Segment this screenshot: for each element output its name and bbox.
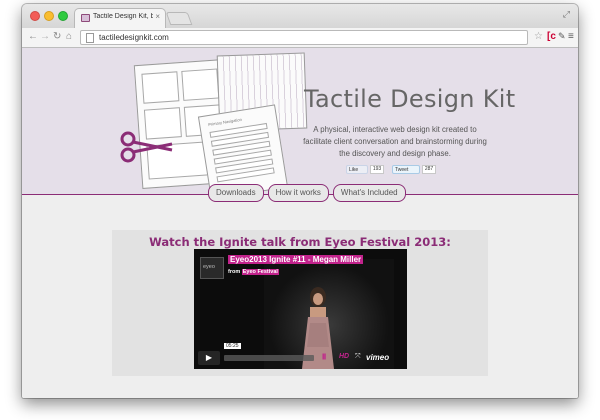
tab-title: Tactile Design Kit, by Meg — [93, 13, 153, 20]
forward-icon[interactable]: → — [40, 31, 50, 42]
video-source: from Eyeo Festival — [228, 269, 279, 275]
hd-toggle[interactable]: HD — [339, 353, 349, 360]
wrench-icon[interactable]: ✎ — [558, 31, 566, 42]
bookmark-star-icon[interactable]: ☆ — [534, 31, 543, 42]
extension-icon[interactable]: [c — [547, 31, 556, 42]
tab-strip: Tactile Design Kit, by Meg × ⤢ — [22, 4, 578, 28]
address-bar[interactable]: tactiledesignkit.com — [80, 30, 528, 45]
fullscreen-toggle-icon[interactable]: ⤢ — [563, 9, 570, 20]
tweet-count: 287 — [422, 165, 436, 174]
tweet-label: Tweet — [395, 167, 409, 173]
volume-icon[interactable]: |||||| — [322, 354, 326, 360]
channel-logo[interactable]: eyeo — [200, 257, 224, 279]
back-icon[interactable]: ← — [28, 31, 38, 42]
video-section: Watch the Ignite talk from Eyeo Festival… — [112, 230, 488, 376]
browser-tab[interactable]: Tactile Design Kit, by Meg × — [74, 8, 166, 28]
scissors-icon — [120, 131, 173, 163]
browser-window: Tactile Design Kit, by Meg × ⤢ ← → ↻ ⌂ t… — [22, 4, 578, 398]
timecode: 05:25 — [224, 343, 241, 349]
page-content: Primary Navigation Tactile Design Kit A … — [22, 48, 578, 398]
main-nav: Downloads How it works What's Included — [208, 184, 406, 204]
vimeo-logo[interactable]: vimeo — [366, 353, 389, 362]
video-heading: Watch the Ignite talk from Eyeo Festival… — [149, 235, 451, 249]
video-player[interactable]: eyeo Eyeo2013 Ignite #11 - Megan Miller … — [194, 249, 407, 369]
facebook-like-button[interactable]: Like — [346, 165, 368, 174]
tweet-button[interactable]: Tweet — [392, 165, 420, 174]
source-prefix: from — [228, 269, 241, 275]
like-count: 193 — [370, 165, 384, 174]
channel-logo-text: eyeo — [203, 264, 215, 270]
tagline: A physical, interactive web design kit c… — [303, 125, 487, 158]
site-title: Tactile Design Kit — [304, 85, 516, 113]
close-window-button[interactable] — [30, 11, 40, 21]
tab-close-icon[interactable]: × — [155, 12, 160, 21]
new-tab-button[interactable] — [165, 12, 193, 25]
sheet-heading: Primary Navigation — [207, 116, 243, 128]
reload-icon[interactable]: ↻ — [53, 31, 61, 42]
nav-downloads[interactable]: Downloads — [208, 184, 264, 202]
menu-icon[interactable]: ≡ — [568, 31, 574, 42]
page-icon — [86, 33, 94, 43]
maximize-window-button[interactable] — [58, 11, 68, 21]
home-icon[interactable]: ⌂ — [66, 31, 72, 42]
player-controls: ▶ 05:25 |||||| HD ⤧ vimeo — [198, 343, 403, 365]
nav-whats-included[interactable]: What's Included — [332, 184, 406, 202]
hero-banner: Primary Navigation Tactile Design Kit A … — [22, 48, 578, 200]
video-title[interactable]: Eyeo2013 Ignite #11 - Megan Miller — [228, 255, 364, 264]
nav-how-it-works[interactable]: How it works — [267, 184, 329, 202]
like-label: Like — [349, 167, 359, 173]
play-button[interactable]: ▶ — [198, 351, 220, 365]
source-name[interactable]: Eyeo Festival — [241, 269, 279, 275]
browser-toolbar: ← → ↻ ⌂ tactiledesignkit.com ☆ [c ✎ ≡ — [22, 28, 578, 48]
minimize-window-button[interactable] — [44, 11, 54, 21]
favicon-icon — [81, 14, 90, 22]
url-text[interactable]: tactiledesignkit.com — [99, 33, 169, 42]
fullscreen-icon[interactable]: ⤧ — [355, 353, 361, 361]
progress-bar[interactable] — [224, 355, 314, 361]
